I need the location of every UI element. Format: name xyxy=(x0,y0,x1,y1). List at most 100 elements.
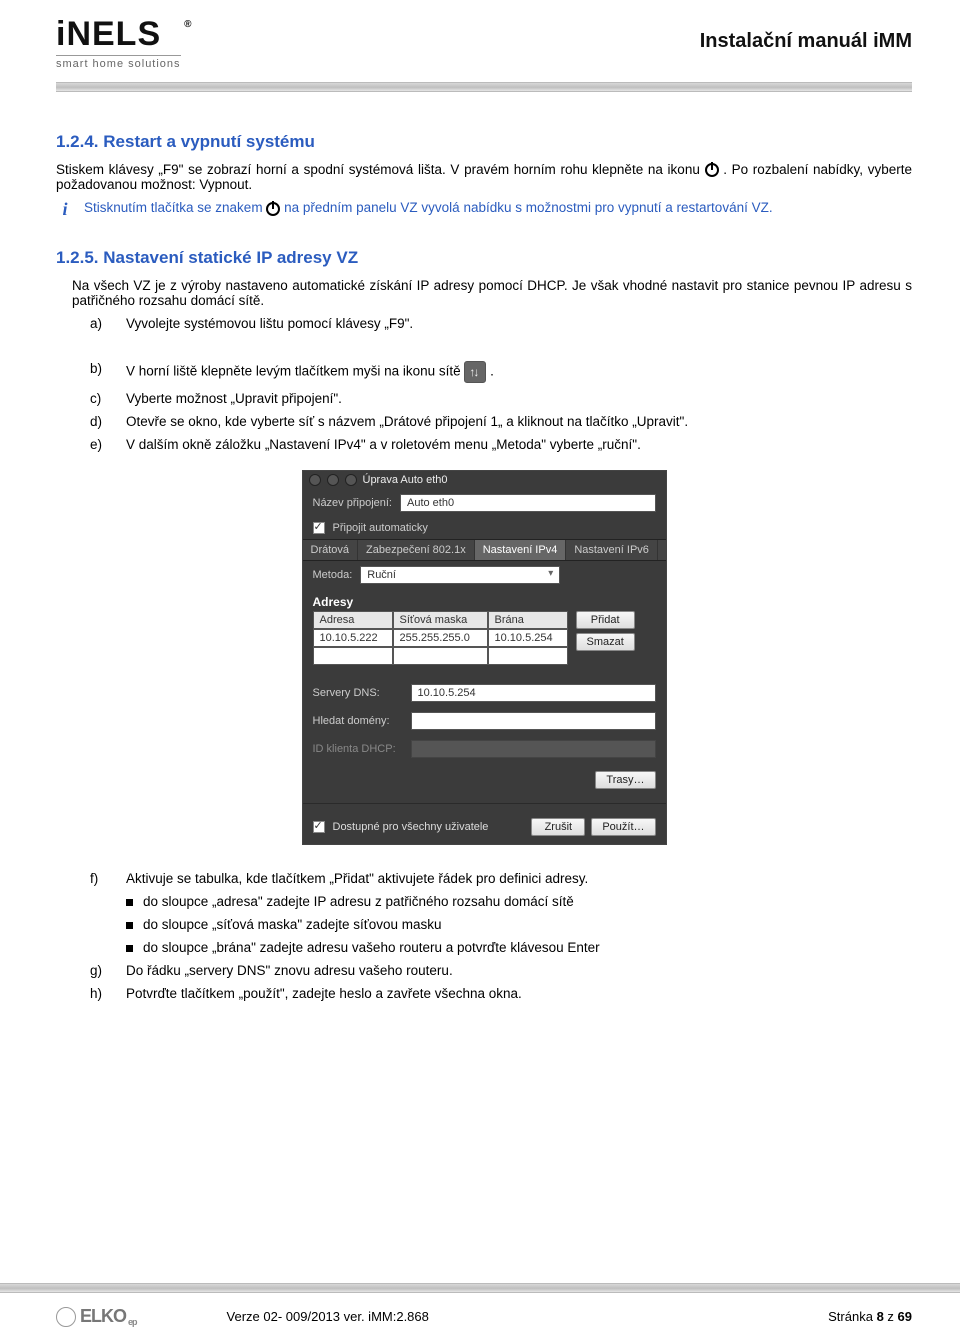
apply-button[interactable]: Použít… xyxy=(591,818,655,836)
info-text-a: Stisknutím tlačítka se znakem xyxy=(84,200,266,215)
step-text: Otevře se okno, kde vyberte síť s názvem… xyxy=(126,414,688,429)
step-a: a) Vyvolejte systémovou lištu pomocí klá… xyxy=(90,316,912,331)
step-text: Vyvolejte systémovou lištu pomocí kláves… xyxy=(126,316,413,331)
document-body: 1.2.4. Restart a vypnutí systému Stiskem… xyxy=(56,132,912,1001)
dialog-titlebar: Úprava Auto eth0 xyxy=(303,471,666,489)
tab-ipv6[interactable]: Nastavení IPv6 xyxy=(566,540,658,560)
step-text: V dalším okně záložku „Nastavení IPv4" a… xyxy=(126,437,641,452)
list-item: do sloupce „adresa" zadejte IP adresu z … xyxy=(126,894,912,909)
step-text: Vyberte možnost „Upravit připojení". xyxy=(126,391,342,406)
network-icon xyxy=(464,361,486,383)
page-footer: ELKO ep Verze 02- 009/2013 ver. iMM:2.86… xyxy=(0,1306,960,1327)
cell-empty[interactable] xyxy=(313,647,393,665)
routes-button[interactable]: Trasy… xyxy=(595,771,655,789)
footer-logo: ELKO ep xyxy=(56,1306,137,1327)
section-125-intro: Na všech VZ je z výroby nastaveno automa… xyxy=(72,278,912,308)
info-text-b: na předním panelu VZ vyvolá nabídku s mo… xyxy=(284,200,773,215)
dns-input[interactable]: 10.10.5.254 xyxy=(411,684,656,702)
addresses-header: Adresy xyxy=(303,589,666,611)
section-124-p1: Stiskem klávesy „F9" se zobrazí horní a … xyxy=(56,162,912,192)
footer-divider xyxy=(0,1283,960,1293)
ordered-steps-continued: f) Aktivuje se tabulka, kde tlačítkem „P… xyxy=(90,871,912,886)
network-dialog-screenshot: Úprava Auto eth0 Název připojení: Auto e… xyxy=(302,470,667,845)
delete-button[interactable]: Smazat xyxy=(576,633,635,651)
brand-logo-text: iNELS xyxy=(56,18,181,50)
footer-logo-icon xyxy=(56,1307,76,1327)
window-button[interactable] xyxy=(327,474,339,486)
cell-gateway[interactable]: 10.10.5.254 xyxy=(488,629,568,647)
step-key: h) xyxy=(90,986,114,1001)
list-item: do sloupce „síťová maska" zadejte síťovo… xyxy=(126,917,912,932)
col-gateway: Brána xyxy=(488,611,568,629)
header-divider xyxy=(56,82,912,92)
dns-label: Servery DNS: xyxy=(313,687,403,699)
bullet-icon xyxy=(126,945,133,952)
bullet-icon xyxy=(126,922,133,929)
footer-page: Stránka 8 z 69 xyxy=(828,1309,912,1324)
cancel-button[interactable]: Zrušit xyxy=(531,818,585,836)
step-key: d) xyxy=(90,414,114,429)
search-row: Hledat domény: xyxy=(303,707,666,735)
step-key: c) xyxy=(90,391,114,406)
brand-block: iNELS smart home solutions xyxy=(56,18,181,70)
autoconnect-row: Připojit automaticky xyxy=(303,517,666,539)
method-select[interactable]: Ruční xyxy=(360,566,560,584)
table-button-column: Přidat Smazat xyxy=(576,611,635,651)
dialog-tabs: Drátová Zabezpečení 802.1x Nastavení IPv… xyxy=(303,539,666,561)
step-b: b) V horní liště klepněte levým tlačítke… xyxy=(90,361,912,383)
ordered-steps: a) Vyvolejte systémovou lištu pomocí klá… xyxy=(90,316,912,452)
add-button[interactable]: Přidat xyxy=(576,611,635,629)
tab-wired[interactable]: Drátová xyxy=(303,540,359,560)
step-text: Potvrďte tlačítkem „použít", zadejte hes… xyxy=(126,986,522,1001)
dhcp-id-label: ID klienta DHCP: xyxy=(313,743,403,755)
step-d: d) Otevře se okno, kde vyberte síť s náz… xyxy=(90,414,912,429)
search-domains-label: Hledat domény: xyxy=(313,715,403,727)
info-text: Stisknutím tlačítka se znakem na předním… xyxy=(84,200,912,215)
autoconnect-checkbox[interactable] xyxy=(313,522,325,534)
step-h: h) Potvrďte tlačítkem „použít", zadejte … xyxy=(90,986,912,1001)
available-all-checkbox[interactable] xyxy=(313,821,325,833)
col-mask: Síťová maska xyxy=(393,611,488,629)
brand-tagline: smart home solutions xyxy=(56,52,181,69)
info-note: i Stisknutím tlačítka se znakem na předn… xyxy=(56,200,912,220)
dhcp-id-row: ID klienta DHCP: xyxy=(303,735,666,763)
cell-mask[interactable]: 255.255.255.0 xyxy=(393,629,488,647)
routes-row: Trasy… xyxy=(303,763,666,797)
search-domains-input[interactable] xyxy=(411,712,656,730)
tab-ipv4[interactable]: Nastavení IPv4 xyxy=(475,540,567,560)
step-key: f) xyxy=(90,871,114,886)
step-key: a) xyxy=(90,316,114,331)
window-close-icon[interactable] xyxy=(345,474,357,486)
document-title: Instalační manuál iMM xyxy=(700,18,912,53)
cell-empty[interactable] xyxy=(488,647,568,665)
dhcp-id-input xyxy=(411,740,656,758)
cell-empty[interactable] xyxy=(393,647,488,665)
step-text: Do řádku „servery DNS" znovu adresu vaše… xyxy=(126,963,453,978)
step-g: g) Do řádku „servery DNS" znovu adresu v… xyxy=(90,963,912,978)
step-f-subbullets: do sloupce „adresa" zadejte IP adresu z … xyxy=(126,894,912,955)
connection-name-row: Název připojení: Auto eth0 xyxy=(303,489,666,517)
footer-logo-text: ELKO xyxy=(80,1306,126,1327)
section-124-p1a: Stiskem klávesy „F9" se zobrazí horní a … xyxy=(56,162,705,177)
dialog-action-row: Dostupné pro všechny uživatele Zrušit Po… xyxy=(303,810,666,844)
window-button[interactable] xyxy=(309,474,321,486)
power-icon xyxy=(705,163,719,177)
step-e: e) V dalším okně záložku „Nastavení IPv4… xyxy=(90,437,912,452)
method-row: Metoda: Ruční xyxy=(303,561,666,589)
cell-address[interactable]: 10.10.5.222 xyxy=(313,629,393,647)
list-item: do sloupce „brána" zadejte adresu vašeho… xyxy=(126,940,912,955)
step-key: b) xyxy=(90,361,114,383)
footer-logo-suffix: ep xyxy=(128,1317,137,1327)
address-table: Adresa Síťová maska Brána 10.10.5.222 25… xyxy=(313,611,568,665)
col-address: Adresa xyxy=(313,611,393,629)
tab-8021x[interactable]: Zabezpečení 802.1x xyxy=(358,540,475,560)
section-124-heading: 1.2.4. Restart a vypnutí systému xyxy=(56,132,912,152)
connection-name-input[interactable]: Auto eth0 xyxy=(400,494,656,512)
page-header: iNELS smart home solutions Instalační ma… xyxy=(56,12,912,74)
step-key: e) xyxy=(90,437,114,452)
dns-row: Servery DNS: 10.10.5.254 xyxy=(303,679,666,707)
ordered-steps-end: g) Do řádku „servery DNS" znovu adresu v… xyxy=(90,963,912,1001)
power-icon xyxy=(266,202,280,216)
info-icon: i xyxy=(56,200,74,220)
autoconnect-label: Připojit automaticky xyxy=(333,522,428,534)
